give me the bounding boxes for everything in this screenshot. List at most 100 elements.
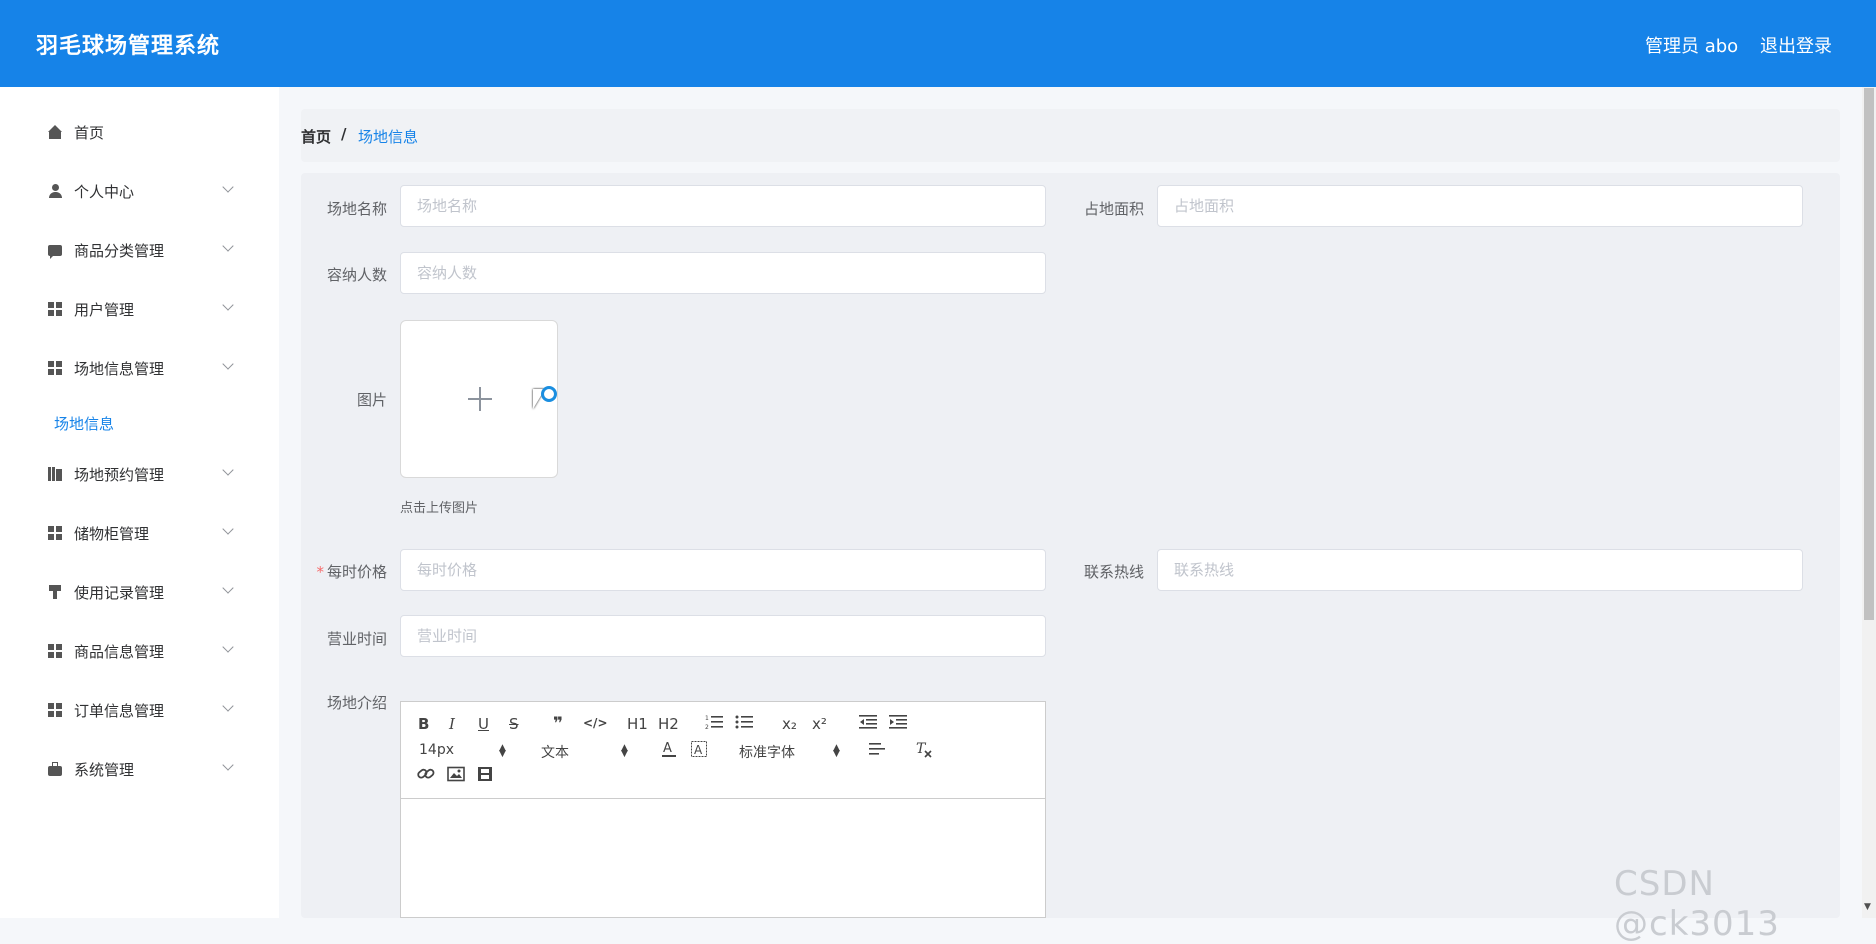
subscript-button[interactable]: x₂ bbox=[782, 715, 797, 733]
sidebar-item-reservation-management[interactable]: 场地预约管理 bbox=[48, 459, 248, 489]
intro-label: 场地介绍 bbox=[326, 694, 387, 712]
sidebar-item-label: 场地信息管理 bbox=[74, 359, 165, 378]
loading-spinner-icon bbox=[541, 386, 557, 402]
sidebar-item-category-management[interactable]: 商品分类管理 bbox=[48, 235, 248, 265]
indent-icon[interactable] bbox=[889, 714, 907, 734]
price-label-text: 每时价格 bbox=[326, 563, 387, 581]
sidebar: 首页 个人中心 商品分类管理 用户管理 场地信息管理 场地信息 场地预约管理 储… bbox=[0, 87, 279, 918]
code-block-button[interactable]: </> bbox=[583, 716, 608, 730]
rich-text-editor: B I U S ❞ </> H1 H2 12 x₂ x² 14px ▲ ▼ 文本 … bbox=[400, 701, 1046, 918]
header-select[interactable]: 文本 ▲ ▼ bbox=[541, 742, 631, 762]
sidebar-item-locker-management[interactable]: 储物柜管理 bbox=[48, 518, 248, 548]
sidebar-item-product-management[interactable]: 商品信息管理 bbox=[48, 636, 248, 666]
sidebar-item-system-management[interactable]: 系统管理 bbox=[48, 754, 248, 784]
hotline-input[interactable] bbox=[1157, 549, 1803, 591]
chevron-down-icon bbox=[222, 464, 234, 476]
clear-format-icon[interactable]: T bbox=[915, 740, 933, 762]
chevron-down-icon bbox=[222, 240, 234, 252]
italic-button[interactable]: I bbox=[449, 715, 455, 733]
price-label: * 每时价格 bbox=[267, 561, 387, 582]
svg-text:T: T bbox=[916, 741, 927, 757]
svg-text:A: A bbox=[663, 741, 672, 756]
chevron-down-icon bbox=[222, 523, 234, 535]
blockquote-button[interactable]: ❞ bbox=[553, 714, 563, 734]
area-input[interactable] bbox=[1157, 185, 1803, 227]
sidebar-subitem-venue-info[interactable]: 场地信息 bbox=[54, 413, 114, 434]
underline-button[interactable]: U bbox=[478, 715, 489, 733]
font-size-select[interactable]: 14px ▲ ▼ bbox=[419, 742, 509, 759]
chevron-down-icon bbox=[222, 759, 234, 771]
scrollbar-thumb[interactable] bbox=[1864, 88, 1874, 620]
hotline-label: 联系热线 bbox=[1083, 563, 1144, 581]
breadcrumb-current: 场地信息 bbox=[358, 128, 419, 146]
sidebar-item-label: 商品分类管理 bbox=[74, 241, 165, 260]
logout-link[interactable]: 退出登录 bbox=[1760, 32, 1832, 58]
admin-username: 管理员 abo bbox=[1645, 36, 1739, 57]
font-family-select[interactable]: 标准字体 ▲ ▼ bbox=[739, 742, 840, 762]
sidebar-item-personal-center[interactable]: 个人中心 bbox=[48, 176, 248, 206]
video-insert-icon[interactable] bbox=[477, 766, 493, 786]
grid-icon bbox=[48, 644, 62, 658]
chevron-down-icon bbox=[222, 358, 234, 370]
font-family-value: 标准字体 bbox=[739, 745, 795, 761]
svg-text:2: 2 bbox=[705, 724, 709, 730]
strike-button[interactable]: S bbox=[509, 715, 519, 733]
price-input[interactable] bbox=[400, 549, 1046, 591]
hours-input[interactable] bbox=[400, 615, 1046, 657]
ordered-list-icon[interactable]: 12 bbox=[705, 714, 723, 734]
bullet-list-icon[interactable] bbox=[735, 714, 753, 734]
background-color-icon[interactable]: A bbox=[691, 740, 707, 762]
area-label: 占地面积 bbox=[1083, 200, 1144, 218]
plus-icon-vertical bbox=[479, 387, 481, 411]
select-arrows-icon: ▲ ▼ bbox=[833, 743, 840, 759]
stamp-icon bbox=[48, 585, 62, 599]
sidebar-item-label: 用户管理 bbox=[74, 300, 135, 319]
align-icon[interactable] bbox=[869, 742, 885, 760]
sidebar-item-label: 订单信息管理 bbox=[74, 701, 165, 720]
required-mark: * bbox=[316, 563, 324, 581]
select-arrows-icon: ▲ ▼ bbox=[621, 743, 628, 759]
chat-icon bbox=[48, 244, 62, 259]
sidebar-item-user-management[interactable]: 用户管理 bbox=[48, 294, 248, 324]
capacity-input[interactable] bbox=[400, 252, 1046, 294]
chevron-down-icon bbox=[222, 641, 234, 653]
breadcrumb-home[interactable]: 首页 bbox=[301, 126, 331, 147]
grid-icon bbox=[48, 526, 62, 540]
sidebar-item-label: 使用记录管理 bbox=[74, 583, 165, 602]
link-icon[interactable] bbox=[417, 766, 435, 786]
capacity-label: 容纳人数 bbox=[326, 266, 387, 284]
grid-icon bbox=[48, 361, 62, 375]
svg-text:1: 1 bbox=[705, 715, 709, 722]
venue-name-label: 场地名称 bbox=[326, 200, 387, 218]
sidebar-item-venue-management[interactable]: 场地信息管理 bbox=[48, 353, 248, 383]
image-insert-icon[interactable] bbox=[447, 766, 465, 786]
svg-text:A: A bbox=[694, 743, 703, 757]
sidebar-item-home[interactable]: 首页 bbox=[48, 117, 248, 147]
chevron-down-icon bbox=[222, 700, 234, 712]
outdent-icon[interactable] bbox=[859, 714, 877, 734]
watermark: CSDN @ck3013 bbox=[1614, 864, 1780, 944]
image-label: 图片 bbox=[356, 391, 387, 409]
upload-tip: 点击上传图片 bbox=[400, 501, 479, 516]
sidebar-item-usage-record-management[interactable]: 使用记录管理 bbox=[48, 577, 248, 607]
book-icon bbox=[48, 467, 62, 481]
select-arrows-icon: ▲ ▼ bbox=[499, 743, 506, 759]
sidebar-item-label: 首页 bbox=[74, 123, 105, 142]
home-icon bbox=[48, 125, 62, 139]
header-2-button[interactable]: H2 bbox=[658, 715, 679, 733]
font-color-icon[interactable]: A bbox=[661, 740, 677, 762]
venue-name-input[interactable] bbox=[400, 185, 1046, 227]
sidebar-item-label: 系统管理 bbox=[74, 760, 135, 779]
font-size-value: 14px bbox=[419, 742, 454, 758]
header-1-button[interactable]: H1 bbox=[627, 715, 648, 733]
sidebar-item-order-management[interactable]: 订单信息管理 bbox=[48, 695, 248, 725]
top-header: 羽毛球场管理系统 管理员 abo 退出登录 bbox=[0, 0, 1876, 87]
chevron-down-icon bbox=[222, 181, 234, 193]
sidebar-item-label: 商品信息管理 bbox=[74, 642, 165, 661]
hours-label: 营业时间 bbox=[326, 630, 387, 648]
sidebar-item-label: 储物柜管理 bbox=[74, 524, 150, 543]
bold-button[interactable]: B bbox=[418, 715, 429, 733]
sidebar-item-label: 个人中心 bbox=[74, 182, 135, 201]
superscript-button[interactable]: x² bbox=[812, 715, 827, 733]
chevron-down-icon bbox=[222, 582, 234, 594]
